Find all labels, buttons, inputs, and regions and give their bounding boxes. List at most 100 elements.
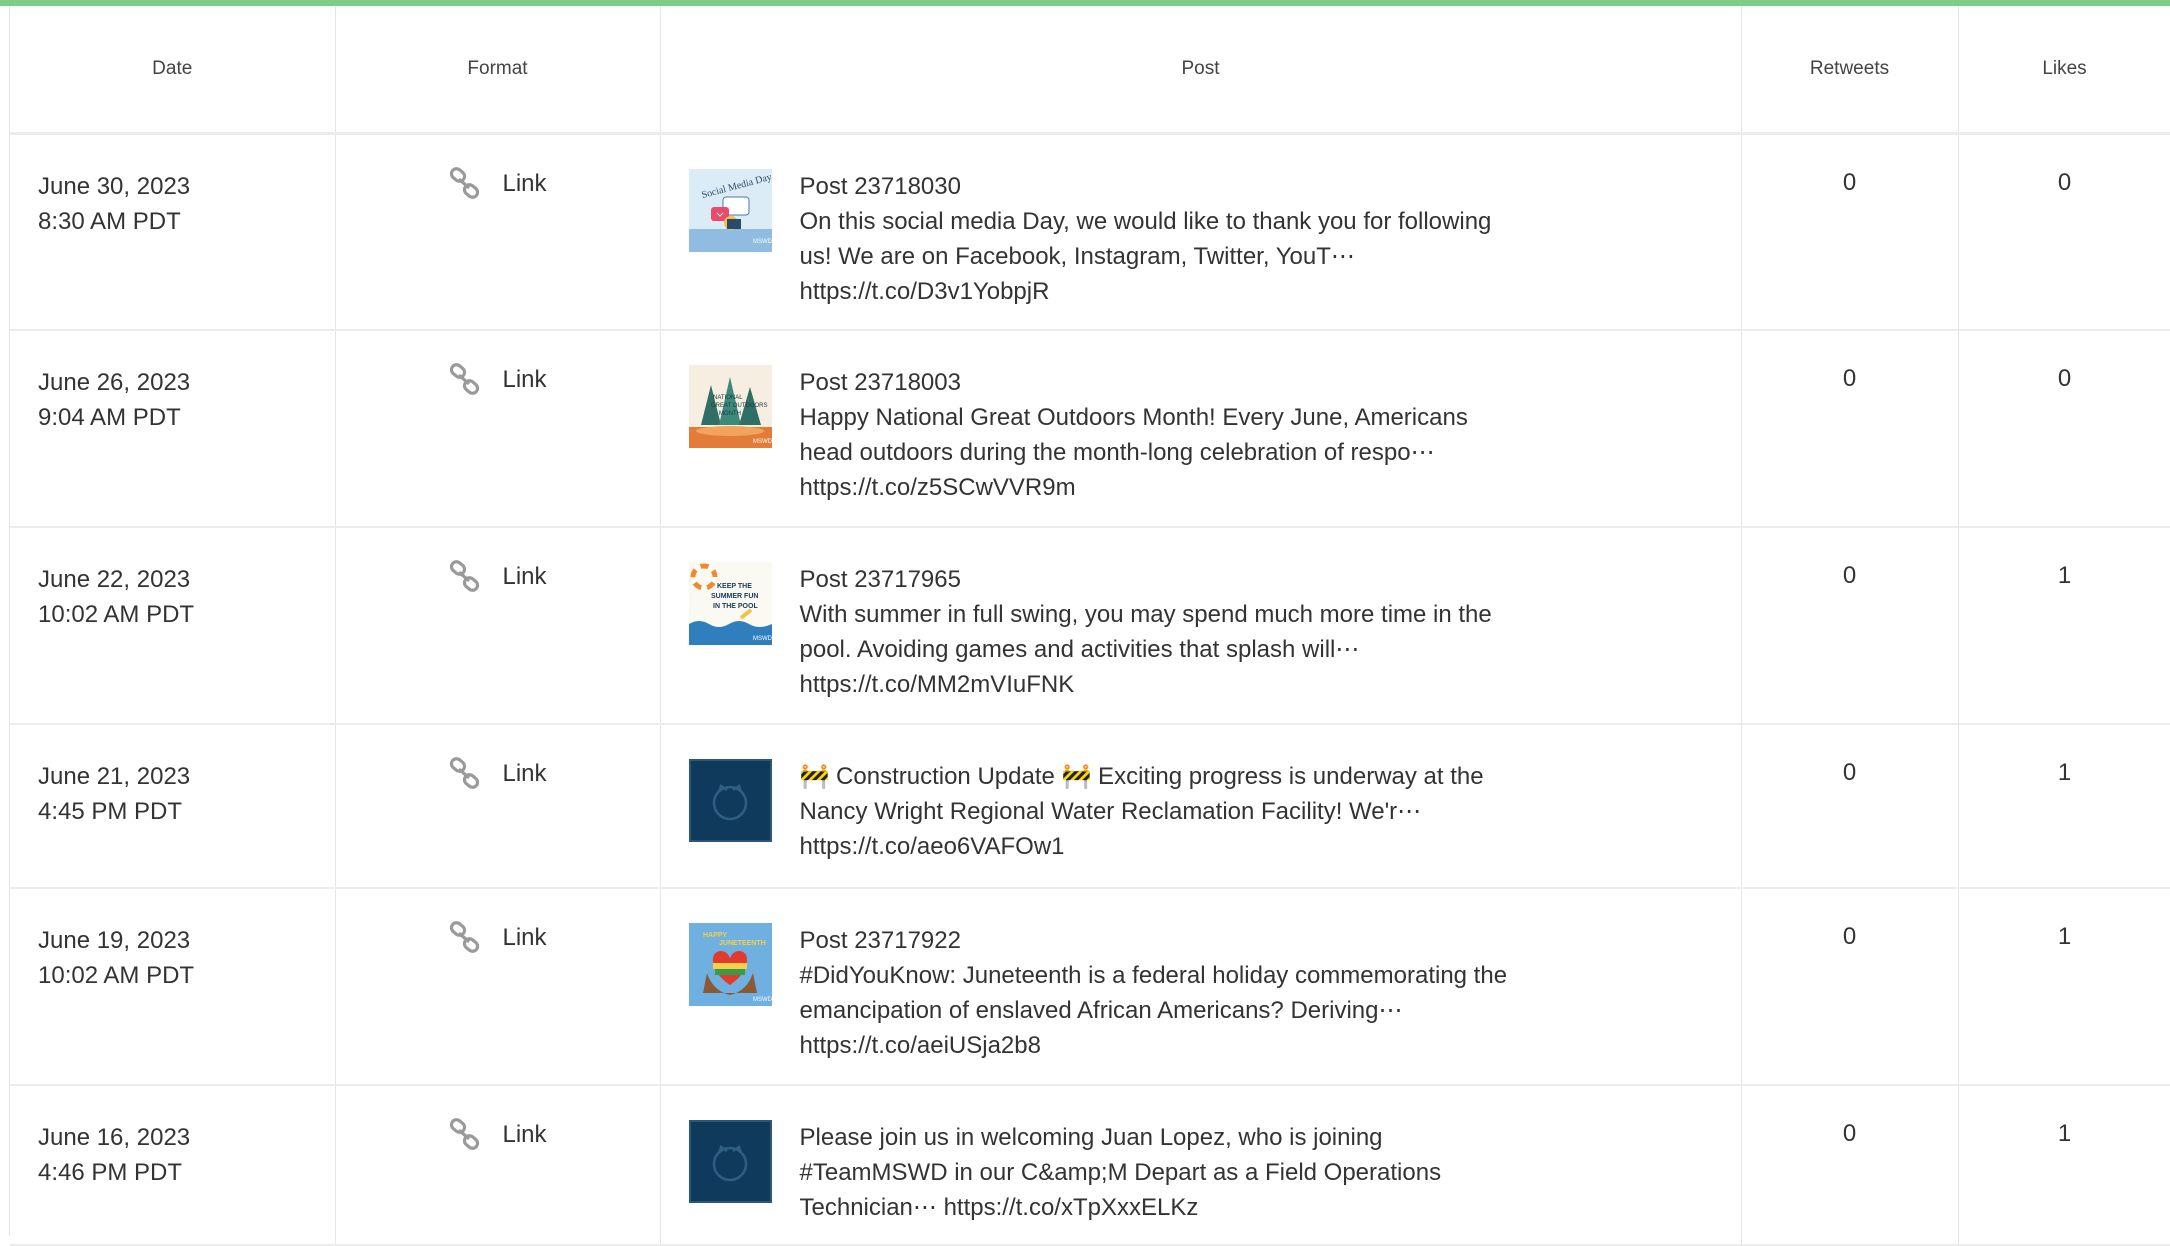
- format-label: Link: [502, 760, 547, 787]
- post-date: June 16, 2023: [38, 1124, 191, 1151]
- format-label: Link: [502, 366, 547, 393]
- format-cell: Link: [335, 1085, 661, 1246]
- post-body: With summer in full swing, you may spend…: [799, 601, 1492, 663]
- svg-text:MSWD: MSWD: [753, 439, 772, 445]
- post-cell: Please join us in welcoming Juan Lopez, …: [660, 1085, 1742, 1246]
- post-link[interactable]: https://t.co/aeiUSja2b8: [800, 1028, 1520, 1063]
- post-body: 🚧 Construction Update 🚧 Exciting progres…: [799, 763, 1484, 825]
- date-cell: June 21, 2023 4:45 PM PDT: [10, 724, 336, 889]
- post-title: Post 23717965: [799, 566, 961, 593]
- retweets-cell: 0: [1741, 133, 1959, 331]
- svg-text:IN THE POOL: IN THE POOL: [713, 603, 758, 610]
- format-label: Link: [502, 1121, 547, 1148]
- link-icon: [450, 921, 480, 953]
- post-time: 10:02 AM PDT: [38, 962, 195, 989]
- svg-text:MSWD: MSWD: [753, 997, 772, 1003]
- column-header-likes[interactable]: Likes: [1958, 6, 2170, 135]
- post-date: June 30, 2023: [38, 172, 191, 200]
- post-time: 4:45 PM PDT: [38, 798, 183, 825]
- retweets-cell: 0: [1741, 527, 1959, 725]
- format-label: Link: [502, 169, 547, 197]
- svg-text:KEEP THE: KEEP THE: [717, 583, 752, 590]
- post-link[interactable]: https://t.co/aeo6VAFOw1: [800, 829, 1520, 864]
- likes-cell: 1: [1958, 888, 2170, 1086]
- link-icon: [450, 363, 480, 395]
- likes-cell: 1: [1958, 1085, 2170, 1246]
- svg-text:NATIONAL: NATIONAL: [713, 395, 743, 401]
- link-icon: [450, 757, 480, 789]
- post-cell: HAPPY JUNETEENTH MSWD Post 23717922 #DidYo…: [660, 888, 1742, 1086]
- table-row[interactable]: June 22, 2023 10:02 AM PDT Link KEEP THE…: [10, 527, 2170, 725]
- svg-text:GREAT OUTDOORS: GREAT OUTDOORS: [711, 403, 767, 409]
- post-link[interactable]: https://t.co/MM2mVIuFNK: [800, 667, 1520, 702]
- post-date: June 26, 2023: [38, 369, 191, 396]
- post-body: On this social media Day, we would like …: [799, 207, 1492, 270]
- post-date: June 21, 2023: [38, 763, 191, 790]
- format-cell: Link: [335, 527, 661, 725]
- svg-text:SUMMER FUN: SUMMER FUN: [711, 593, 758, 600]
- date-cell: June 22, 2023 10:02 AM PDT: [10, 527, 336, 725]
- post-thumbnail-placeholder[interactable]: [688, 1120, 772, 1203]
- post-title: Post 23718030: [799, 172, 961, 200]
- column-header-retweets[interactable]: Retweets: [1741, 6, 1959, 135]
- retweets-cell: 0: [1741, 1085, 1959, 1246]
- date-cell: June 16, 2023 4:46 PM PDT: [10, 1085, 336, 1246]
- posts-table: Date Format Post Retweets Likes June 30,…: [10, 6, 2170, 1246]
- column-header-post[interactable]: Post: [660, 6, 1742, 135]
- posts-table-frame: Date Format Post Retweets Likes June 30,…: [9, 6, 2170, 1246]
- format-cell: Link: [335, 330, 661, 528]
- table-row[interactable]: June 19, 2023 10:02 AM PDT Link HAPPY JUN…: [10, 888, 2170, 1086]
- format-label: Link: [502, 924, 547, 951]
- date-cell: June 26, 2023 9:04 AM PDT: [10, 330, 336, 528]
- link-icon: [450, 1118, 480, 1150]
- post-cell: 🚧 Construction Update 🚧 Exciting progres…: [660, 724, 1742, 889]
- post-date: June 22, 2023: [38, 566, 191, 593]
- post-thumbnail-great-outdoors-month[interactable]: NATIONAL GREAT OUTDOORS MONTH MSWD: [688, 365, 772, 448]
- date-cell: June 30, 2023 8:30 AM PDT: [10, 133, 336, 331]
- svg-text:MSWD: MSWD: [753, 239, 772, 245]
- retweets-cell: 0: [1741, 888, 1959, 1086]
- post-thumbnail-summer-pool[interactable]: KEEP THE SUMMER FUN IN THE POOL MSWD: [688, 562, 772, 645]
- svg-text:MSWD: MSWD: [753, 636, 772, 642]
- format-cell: Link: [335, 724, 661, 889]
- post-body: Please join us in welcoming Juan Lopez, …: [799, 1124, 1442, 1221]
- likes-cell: 1: [1958, 724, 2170, 889]
- post-title: Post 23718003: [799, 369, 961, 396]
- likes-cell: 1: [1958, 527, 2170, 725]
- post-link[interactable]: https://t.co/z5SCwVVR9m: [800, 470, 1520, 505]
- svg-text:JUNETEENTH: JUNETEENTH: [719, 940, 766, 947]
- format-cell: Link: [335, 133, 661, 331]
- post-time: 4:46 PM PDT: [38, 1159, 183, 1186]
- post-body: #DidYouKnow: Juneteenth is a federal hol…: [799, 962, 1508, 1024]
- table-row[interactable]: June 30, 2023 8:30 AM PDT Link Social Me…: [10, 133, 2170, 331]
- post-time: 9:04 AM PDT: [38, 404, 181, 431]
- date-cell: June 19, 2023 10:02 AM PDT: [10, 888, 336, 1086]
- column-header-format[interactable]: Format: [335, 6, 661, 135]
- post-body: Happy National Great Outdoors Month! Eve…: [799, 404, 1468, 466]
- svg-text:MONTH: MONTH: [719, 411, 741, 417]
- post-title: Post 23717922: [799, 927, 961, 954]
- likes-cell: 0: [1958, 133, 2170, 331]
- post-link[interactable]: https://t.co/D3v1YobpjR: [800, 274, 1520, 309]
- link-icon: [450, 560, 480, 592]
- table-row[interactable]: June 16, 2023 4:46 PM PDT Link Please jo…: [10, 1085, 2170, 1246]
- post-thumbnail-placeholder[interactable]: [688, 759, 772, 842]
- post-cell: NATIONAL GREAT OUTDOORS MONTH MSWD Post 237…: [660, 330, 1742, 528]
- table-header-row: Date Format Post Retweets Likes: [10, 6, 2170, 135]
- table-row[interactable]: June 26, 2023 9:04 AM PDT Link NATIONAL G…: [10, 330, 2170, 528]
- post-cell: Social Media Day MSWD Post 23718030 On th…: [660, 133, 1742, 331]
- link-icon: [450, 166, 480, 199]
- post-date: June 19, 2023: [38, 927, 191, 954]
- retweets-cell: 0: [1741, 724, 1959, 889]
- post-time: 8:30 AM PDT: [38, 207, 181, 235]
- post-cell: KEEP THE SUMMER FUN IN THE POOL MSWD Post 2…: [660, 527, 1742, 725]
- svg-text:HAPPY: HAPPY: [703, 932, 727, 939]
- post-thumbnail-social-media-day[interactable]: Social Media Day MSWD: [688, 168, 772, 252]
- format-label: Link: [502, 563, 547, 590]
- table-row[interactable]: June 21, 2023 4:45 PM PDT Link 🚧 Constru…: [10, 724, 2170, 889]
- post-thumbnail-juneteenth[interactable]: HAPPY JUNETEENTH MSWD: [688, 923, 772, 1006]
- column-header-date[interactable]: Date: [10, 6, 336, 135]
- likes-cell: 0: [1958, 330, 2170, 528]
- format-cell: Link: [335, 888, 661, 1086]
- retweets-cell: 0: [1741, 330, 1959, 528]
